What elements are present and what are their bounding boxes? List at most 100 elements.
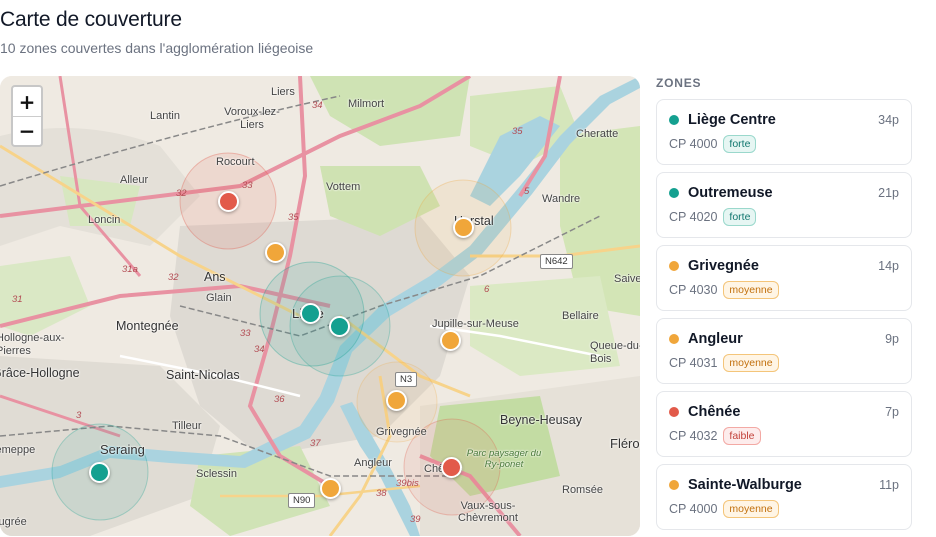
road-37: 37 [310, 438, 321, 449]
map-marker-rocourt[interactable] [218, 191, 239, 212]
map-label-angleur: Angleur [354, 457, 392, 469]
map-label-tilleur: Tilleur [172, 420, 202, 432]
zone-status-dot [669, 480, 679, 490]
road-36: 36 [274, 394, 285, 405]
map-marker-ans[interactable] [265, 242, 286, 263]
shield-n642: N642 [540, 254, 573, 269]
zone-status-dot [669, 115, 679, 125]
zone-postal-code: CP 4030 [669, 283, 718, 297]
road-35: 35 [288, 212, 299, 223]
map-label-milmort: Milmort [348, 98, 385, 110]
map-label-vottem: Vottem [326, 181, 361, 193]
zone-name: Angleur [688, 331, 743, 347]
road-31: 31 [12, 294, 23, 305]
map-label-jupille: Jupille-sur-Meuse [432, 318, 519, 330]
road-32-west: 32 [176, 188, 187, 199]
map-label-bellaire: Bellaire [562, 310, 599, 322]
zone-count: 14p [878, 259, 899, 273]
road-33-south: 33 [240, 328, 251, 339]
map-label-liers: Liers [271, 86, 295, 98]
map-label-jemeppe: Jemeppe [0, 444, 36, 456]
map-marker-jupille[interactable] [440, 330, 461, 351]
road-5: 5 [524, 186, 530, 197]
map-label-rocourt: Rocourt [216, 156, 255, 168]
road-32: 32 [168, 272, 179, 283]
zone-card-liege-centre[interactable]: Liège Centre 34p CP 4000 forte [656, 99, 912, 165]
map-label-wandre: Wandre [542, 193, 581, 205]
road-33: 33 [242, 180, 253, 191]
road-6: 6 [484, 284, 490, 295]
map-marker-outremeuse[interactable] [329, 316, 350, 337]
zone-coverage-badge: forte [723, 135, 757, 153]
zone-card-outremeuse[interactable]: Outremeuse 21p CP 4020 forte [656, 172, 912, 238]
map-label-hollogne: Hollogne-aux-Pierres [0, 332, 65, 357]
zone-coverage-badge: moyenne [723, 500, 779, 518]
zone-card-angleur[interactable]: Angleur 9p CP 4031 moyenne [656, 318, 912, 384]
map-label-grivegnee: Grivegnée [376, 426, 427, 438]
zoom-out-button[interactable]: − [13, 116, 41, 145]
map-label-montegnee: Montegnée [116, 319, 179, 333]
zone-card-grivegnee[interactable]: Grivegnée 14p CP 4030 moyenne [656, 245, 912, 311]
map-label-lantin: Lantin [150, 110, 180, 122]
road-35-north: 35 [512, 126, 523, 137]
zone-name: Liège Centre [688, 112, 776, 128]
shield-n3: N3 [395, 372, 418, 387]
map-label-ans: Ans [204, 270, 226, 284]
map-label-saint-nicolas: Saint-Nicolas [166, 368, 240, 382]
zone-name: Outremeuse [688, 185, 773, 201]
zone-count: 9p [885, 332, 899, 346]
zone-status-dot [669, 334, 679, 344]
zone-postal-code: CP 4020 [669, 210, 718, 224]
map-label-saive: Saive [614, 273, 640, 285]
road-34-north: 34 [312, 100, 323, 111]
zone-postal-code: CP 4000 [669, 137, 718, 151]
map-label-queue-du-bois: Queue-du-Bois [590, 340, 640, 365]
map-label-voroux: Voroux-lez-Liers [224, 106, 280, 131]
zone-count: 34p [878, 113, 899, 127]
page-title: Carte de couverture [0, 8, 182, 31]
map-label-romsee: Romsée [562, 484, 603, 496]
page-subtitle: 10 zones couvertes dans l'agglomération … [0, 40, 314, 56]
map-label-grace-hollogne: Grâce-Hollogne [0, 366, 80, 380]
map-marker-chenee[interactable] [441, 457, 462, 478]
map-label-park: Parc paysager du Ry-ponet [466, 448, 542, 470]
map-label-sclessin: Sclessin [196, 468, 237, 480]
zone-coverage-badge: forte [723, 208, 757, 226]
zone-count: 7p [885, 405, 899, 419]
zone-card-sainte-walburge[interactable]: Sainte-Walburge 11p CP 4000 moyenne [656, 464, 912, 530]
map-marker-herstal[interactable] [453, 217, 474, 238]
map-label-vaux: Vaux-sous-Chèvremont [458, 500, 518, 524]
coverage-map[interactable]: + − Liers Milmort Lantin Voroux-lez-Lier… [0, 76, 640, 536]
road-3: 3 [76, 410, 82, 421]
map-marker-liege-centre[interactable] [300, 303, 321, 324]
map-marker-grivegnee[interactable] [386, 390, 407, 411]
shield-n90: N90 [288, 493, 316, 508]
zoom-in-button[interactable]: + [13, 87, 41, 116]
zone-postal-code: CP 4031 [669, 356, 718, 370]
zone-status-dot [669, 188, 679, 198]
map-marker-angleur[interactable] [320, 478, 341, 499]
zone-count: 11p [879, 478, 899, 492]
road-31a: 31a [122, 264, 138, 275]
map-label-beyne-heusay: Beyne-Heusay [500, 413, 582, 427]
zoom-control: + − [11, 85, 43, 147]
road-34: 34 [254, 344, 265, 355]
zone-postal-code: CP 4000 [669, 502, 718, 516]
zone-card-chenee[interactable]: Chênée 7p CP 4032 faible [656, 391, 912, 457]
map-label-ougree: Ougrée [0, 516, 27, 528]
zone-status-dot [669, 407, 679, 417]
zone-name: Grivegnée [688, 258, 759, 274]
zone-name: Sainte-Walburge [688, 477, 802, 493]
zones-sidebar: ZONES Liège Centre 34p CP 4000 forte Out… [656, 76, 912, 537]
map-label-cheratte: Cheratte [576, 128, 619, 140]
sidebar-heading: ZONES [656, 76, 702, 90]
map-label-seraing: Seraing [100, 442, 145, 457]
zone-name: Chênée [688, 404, 741, 420]
page-header: Carte de couverture 10 zones couvertes d… [0, 8, 313, 56]
road-39: 39 [410, 514, 421, 525]
map-marker-seraing[interactable] [89, 462, 110, 483]
map-label-glain: Glain [206, 292, 232, 304]
zone-coverage-badge: moyenne [723, 354, 779, 372]
map-label-alleur: Alleur [120, 174, 149, 186]
map-label-loncin: Loncin [88, 214, 121, 226]
